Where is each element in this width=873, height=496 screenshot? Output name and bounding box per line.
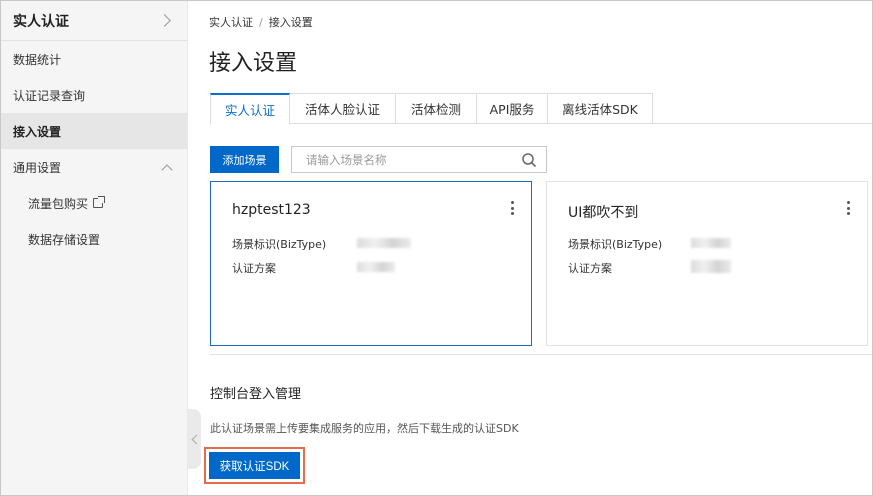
tab-bar: 实人认证 活体人脸认证 活体检测 API服务 离线活体SDK [210, 93, 872, 125]
chevron-up-icon [161, 163, 173, 176]
sidebar-item-storage-settings[interactable]: 数据存储设置 [1, 221, 187, 257]
tab-liveness-face-auth[interactable]: 活体人脸认证 [290, 93, 396, 124]
scene-card[interactable]: UI都吹不到 场景标识(BizType) 认证方案 [546, 181, 868, 346]
tab-liveness-detection[interactable]: 活体检测 [396, 93, 477, 124]
sidebar-item-traffic-purchase[interactable]: 流量包购买 [1, 185, 187, 221]
sidebar-item-label: 流量包购买 [28, 196, 89, 211]
biztype-label: 场景标识(BizType) [232, 238, 327, 251]
scene-card-title: UI都吹不到 [568, 205, 639, 221]
more-vertical-icon[interactable] [511, 201, 515, 215]
add-scene-button[interactable]: 添加场景 [210, 146, 279, 173]
scene-card-title: hzptest123 [232, 202, 311, 218]
scene-card[interactable]: hzptest123 场景标识(BizType) 认证方案 [210, 181, 532, 346]
section-divider [210, 354, 872, 355]
external-link-icon [93, 196, 106, 208]
sidebar-title: 实人认证 [13, 13, 69, 30]
more-vertical-icon[interactable] [847, 201, 851, 215]
main-content: 实人认证 / 接入设置 接入设置 实人认证 活体人脸认证 活体检测 API服务 离线… [189, 1, 872, 495]
biztype-label: 场景标识(BizType) [568, 238, 663, 251]
page-title: 接入设置 [209, 51, 298, 76]
sidebar-item-general-settings[interactable]: 通用设置 [1, 149, 187, 185]
console-login-title: 控制台登入管理 [210, 387, 302, 402]
tab-api-service[interactable]: API服务 [477, 93, 548, 124]
scene-search-input[interactable] [306, 152, 521, 167]
scheme-label: 认证方案 [568, 262, 612, 275]
redacted-value [691, 260, 731, 273]
highlight-box: 获取认证SDK [204, 447, 305, 484]
sidebar-header[interactable]: 实人认证 [1, 1, 187, 41]
chevron-right-icon[interactable] [158, 14, 171, 27]
sidebar-item-records[interactable]: 认证记录查询 [1, 77, 187, 113]
tab-offline-liveness-sdk[interactable]: 离线活体SDK [548, 93, 653, 124]
search-icon[interactable] [521, 152, 537, 168]
redacted-value [357, 262, 395, 272]
redacted-value [691, 238, 731, 248]
sidebar-item-access-settings[interactable]: 接入设置 [1, 113, 187, 149]
breadcrumb-root[interactable]: 实人认证 [209, 16, 253, 29]
scene-search [291, 146, 547, 173]
breadcrumb-current: 接入设置 [268, 16, 313, 29]
sidebar: 实人认证 数据统计 认证记录查询 接入设置 通用设置 流量包购买 数据存储设置 [1, 1, 188, 495]
sidebar-item-stats[interactable]: 数据统计 [1, 41, 187, 77]
redacted-value [357, 238, 411, 248]
breadcrumb-separator: / [259, 16, 263, 29]
breadcrumb: 实人认证 / 接入设置 [209, 14, 313, 30]
scheme-label: 认证方案 [232, 262, 276, 275]
sidebar-item-label: 通用设置 [13, 160, 62, 175]
console-login-description: 此认证场景需上传要集成服务的应用，然后下载生成的认证SDK [210, 422, 519, 435]
tab-real-person-auth[interactable]: 实人认证 [210, 93, 290, 125]
get-auth-sdk-button[interactable]: 获取认证SDK [209, 452, 300, 479]
